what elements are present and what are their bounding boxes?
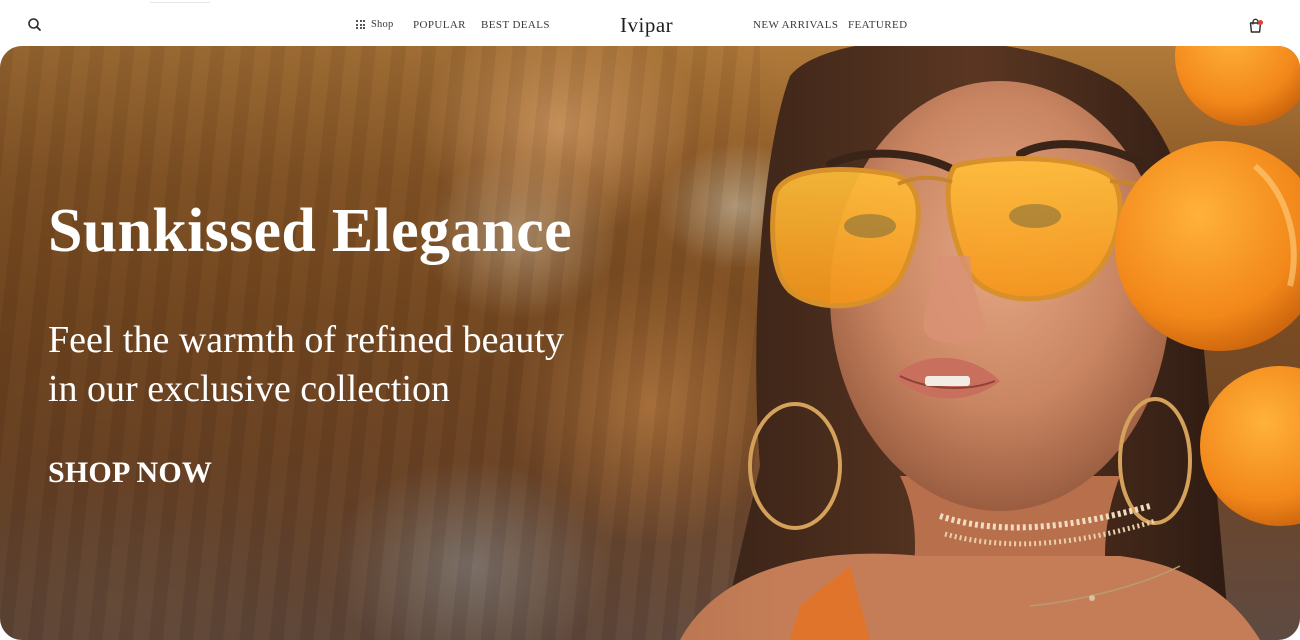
hero-subtitle-line-1: Feel the warmth of refined beauty [48, 319, 564, 361]
search-icon [28, 18, 41, 31]
site-header: Shop POPULAR BEST DEALS Ivipar NEW ARRIV… [0, 0, 1300, 46]
hero-banner: Sunkissed Elegance Feel the warmth of re… [0, 46, 1300, 640]
shop-now-link[interactable]: SHOP NOW [48, 456, 212, 490]
cart-badge-dot [1258, 20, 1263, 25]
nav-popular[interactable]: POPULAR [413, 19, 466, 31]
hero-subtitle: Feel the warmth of refined beauty in our… [48, 316, 648, 414]
site-logo[interactable]: Ivipar [620, 13, 673, 38]
nav-best-deals[interactable]: BEST DEALS [481, 19, 550, 31]
hero-subtitle-line-2: in our exclusive collection [48, 368, 451, 410]
search-button[interactable] [26, 16, 44, 34]
grid-icon [356, 20, 365, 29]
page: Shop POPULAR BEST DEALS Ivipar NEW ARRIV… [0, 0, 1300, 640]
nav-new-arrivals[interactable]: NEW ARRIVALS [753, 19, 838, 31]
header-divider [150, 0, 210, 3]
hero-title: Sunkissed Elegance [48, 197, 572, 265]
nav-shop[interactable]: Shop [356, 19, 393, 30]
nav-shop-label: Shop [371, 19, 394, 30]
nav-featured[interactable]: FEATURED [848, 19, 907, 31]
